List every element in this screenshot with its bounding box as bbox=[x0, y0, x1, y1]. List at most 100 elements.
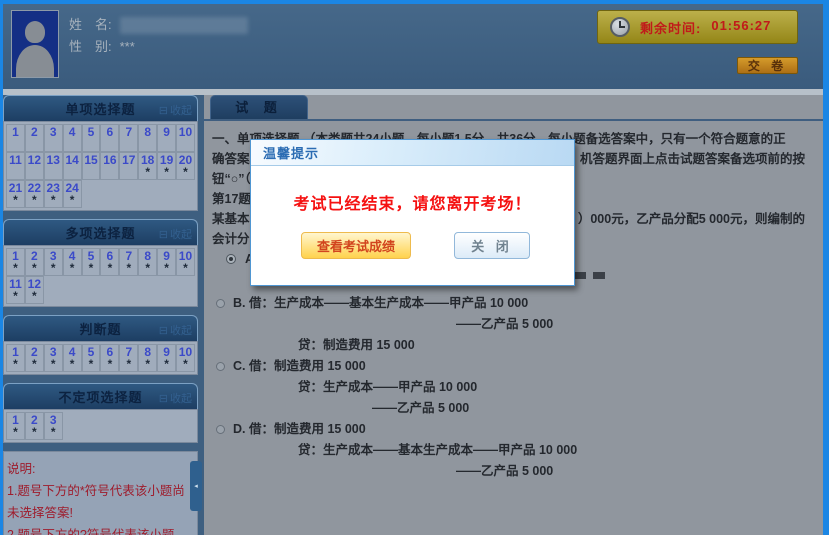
remaining-time-value: 01:56:27 bbox=[711, 18, 771, 37]
question-number-cell-3-6[interactable]: 6* bbox=[100, 344, 119, 372]
header: 姓 名: 性 别: *** 剩余时间: 01:56:27 交 卷 bbox=[3, 4, 823, 89]
unanswered-star-marker: * bbox=[26, 427, 43, 438]
option-continuation-line: ——乙产品 5 000 bbox=[212, 461, 805, 481]
question-number-cell-1-18[interactable]: 18* bbox=[138, 152, 157, 180]
question-number-cell-1-17[interactable]: 17 bbox=[119, 152, 138, 180]
question-number-cell-1-13[interactable]: 13 bbox=[44, 152, 63, 180]
question-number-cell-1-2[interactable]: 2 bbox=[25, 124, 44, 152]
question-number-cell-2-9[interactable]: 9* bbox=[157, 248, 176, 276]
radio-selected-icon[interactable] bbox=[226, 254, 236, 264]
unanswered-star-marker: * bbox=[26, 195, 43, 206]
option-continuation-line: ——乙产品 5 000 bbox=[212, 398, 805, 418]
question-number-cell-1-10[interactable]: 10 bbox=[176, 124, 195, 152]
collapse-label: 收起 bbox=[170, 390, 192, 406]
question-number-cell-3-2[interactable]: 2* bbox=[25, 344, 44, 372]
dialog-titlebar: 温馨提示 bbox=[251, 140, 574, 166]
question-number-cell-1-23[interactable]: 23* bbox=[44, 180, 63, 208]
panel-title: 不定项选择题 bbox=[58, 387, 142, 406]
question-number-cell-2-4[interactable]: 4* bbox=[63, 248, 82, 276]
submit-paper-button[interactable]: 交 卷 bbox=[737, 57, 798, 74]
question-nav-sidebar: 单项选择题⊟收起123456789101112131415161718*19*2… bbox=[3, 95, 198, 535]
question-number-cell-2-7[interactable]: 7* bbox=[119, 248, 138, 276]
question-number-cell-1-5[interactable]: 5 bbox=[82, 124, 101, 152]
panel-collapse-link[interactable]: ⊟收起 bbox=[159, 226, 192, 242]
question-number-cell-2-12[interactable]: 12* bbox=[25, 276, 44, 304]
tab-exam-question[interactable]: 试 题 bbox=[210, 95, 308, 119]
view-score-button[interactable]: 查看考试成绩 bbox=[301, 232, 411, 259]
question-number-cell-4-2[interactable]: 2* bbox=[25, 412, 44, 440]
unanswered-star-marker: * bbox=[7, 427, 24, 438]
question-number-cell-2-11[interactable]: 11* bbox=[6, 276, 25, 304]
dialog-title: 温馨提示 bbox=[263, 143, 319, 162]
question-number-cell-2-8[interactable]: 8* bbox=[138, 248, 157, 276]
question-number-cell-1-21[interactable]: 21* bbox=[6, 180, 25, 208]
question-number-cell-4-1[interactable]: 1* bbox=[6, 412, 25, 440]
question-number-cell-4-3[interactable]: 3* bbox=[44, 412, 63, 440]
question-number-cell-1-1[interactable]: 1 bbox=[6, 124, 25, 152]
panel-title: 多项选择题 bbox=[65, 223, 135, 242]
sidebar-collapse-handle[interactable]: ◂ bbox=[190, 461, 202, 511]
question-number-cell-1-4[interactable]: 4 bbox=[63, 124, 82, 152]
question-number-cell-2-2[interactable]: 2* bbox=[25, 248, 44, 276]
question-number-cell-1-14[interactable]: 14 bbox=[63, 152, 82, 180]
panel-collapse-link[interactable]: ⊟收起 bbox=[159, 322, 192, 338]
option-text: C. 借：制造费用 15 000 bbox=[233, 356, 366, 376]
question-number-cell-1-20[interactable]: 20* bbox=[176, 152, 195, 180]
option-row[interactable]: C. 借：制造费用 15 000 bbox=[212, 356, 805, 376]
radio-unselected-icon[interactable] bbox=[216, 425, 225, 434]
question-number-cell-2-1[interactable]: 1* bbox=[6, 248, 25, 276]
close-dialog-button[interactable]: 关 闭 bbox=[454, 232, 530, 259]
question-number-cell-3-7[interactable]: 7* bbox=[119, 344, 138, 372]
question-number-cell-1-12[interactable]: 12 bbox=[25, 152, 44, 180]
question-number-cell-1-6[interactable]: 6 bbox=[100, 124, 119, 152]
name-value-redacted bbox=[120, 17, 248, 34]
option-continuation-line: 贷：生产成本——甲产品 10 000 bbox=[212, 377, 805, 397]
question-number-cell-2-5[interactable]: 5* bbox=[82, 248, 101, 276]
question-number-cell-1-11[interactable]: 11 bbox=[6, 152, 25, 180]
option-row[interactable]: B. 借：生产成本——基本生产成本——甲产品 10 000 bbox=[212, 293, 805, 313]
question-number-cell-1-24[interactable]: 24* bbox=[63, 180, 82, 208]
candidate-photo bbox=[11, 10, 59, 78]
panel-collapse-link[interactable]: ⊟收起 bbox=[159, 102, 192, 118]
question-number: 9 bbox=[158, 126, 175, 139]
line-right-fragment: ）000元，乙产品分配5 000元，则编制的 bbox=[578, 209, 805, 229]
question-number-cell-1-9[interactable]: 9 bbox=[157, 124, 176, 152]
remaining-time-label: 剩余时间: bbox=[640, 18, 701, 37]
unanswered-star-marker: * bbox=[139, 167, 156, 178]
question-number-cell-3-4[interactable]: 4* bbox=[63, 344, 82, 372]
option-text: B. 借：生产成本——基本生产成本——甲产品 10 000 bbox=[233, 293, 528, 313]
collapse-label: 收起 bbox=[170, 226, 192, 242]
clock-icon bbox=[610, 17, 630, 37]
legend-notes: 说明:1.题号下方的*符号代表该小题尚未选择答案!2.题号下方的?符号代表该小题… bbox=[3, 451, 198, 535]
question-number-cell-2-10[interactable]: 10* bbox=[176, 248, 195, 276]
question-number: 7 bbox=[120, 126, 137, 139]
unanswered-star-marker: * bbox=[7, 359, 24, 370]
question-number: 2 bbox=[26, 126, 43, 139]
question-number-cell-1-7[interactable]: 7 bbox=[119, 124, 138, 152]
unanswered-star-marker: * bbox=[101, 359, 118, 370]
panel-title: 单项选择题 bbox=[65, 99, 135, 118]
panel-collapse-link[interactable]: ⊟收起 bbox=[159, 390, 192, 406]
unanswered-star-marker: * bbox=[83, 263, 100, 274]
question-number-cell-3-9[interactable]: 9* bbox=[157, 344, 176, 372]
line-right-fragment: 机答题界面上点击试题答案备选项前的按 bbox=[580, 149, 805, 169]
option-continuation-line: 贷：生产成本——基本生产成本——甲产品 10 000 bbox=[212, 440, 805, 460]
question-number-cell-2-6[interactable]: 6* bbox=[100, 248, 119, 276]
question-number: 17 bbox=[120, 154, 137, 167]
question-number-cell-1-22[interactable]: 22* bbox=[25, 180, 44, 208]
question-number-cell-3-1[interactable]: 1* bbox=[6, 344, 25, 372]
option-row[interactable]: D. 借：制造费用 15 000 bbox=[212, 419, 805, 439]
radio-unselected-icon[interactable] bbox=[216, 299, 225, 308]
question-number-cell-2-3[interactable]: 3* bbox=[44, 248, 63, 276]
question-number-cell-1-15[interactable]: 15 bbox=[82, 152, 101, 180]
question-number-cell-1-19[interactable]: 19* bbox=[157, 152, 176, 180]
question-number-cell-3-8[interactable]: 8* bbox=[138, 344, 157, 372]
radio-unselected-icon[interactable] bbox=[216, 362, 225, 371]
question-number-cell-1-16[interactable]: 16 bbox=[100, 152, 119, 180]
line-left-fragment: 会计分 bbox=[212, 229, 250, 249]
question-number-cell-3-3[interactable]: 3* bbox=[44, 344, 63, 372]
question-number-cell-3-10[interactable]: 10* bbox=[176, 344, 195, 372]
question-number-cell-1-3[interactable]: 3 bbox=[44, 124, 63, 152]
question-number-cell-3-5[interactable]: 5* bbox=[82, 344, 101, 372]
question-number-cell-1-8[interactable]: 8 bbox=[138, 124, 157, 152]
